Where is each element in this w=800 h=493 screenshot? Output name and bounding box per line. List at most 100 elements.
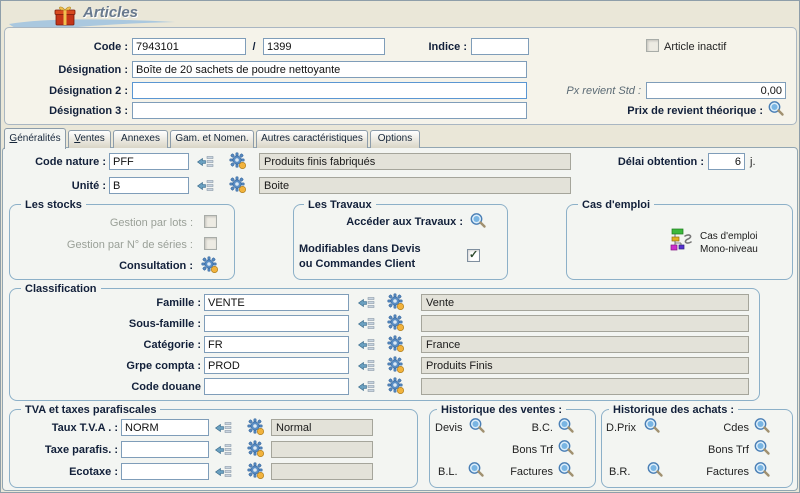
taux-tva-description: Normal — [271, 419, 373, 436]
taux-tva-label: Taux T.V.A . : — [11, 422, 118, 435]
unite-description: Boite — [259, 177, 571, 194]
categorie-label: Catégorie : — [61, 339, 201, 352]
code-nature-description: Produits finis fabriqués — [259, 153, 571, 170]
tab-options[interactable]: Options — [370, 130, 420, 148]
consultation-gear-icon[interactable] — [201, 256, 219, 274]
famille-gear-icon[interactable] — [387, 293, 405, 311]
categorie-select-list-icon[interactable] — [358, 338, 375, 352]
dprix-magnifier-icon[interactable] — [643, 417, 661, 435]
code-nature-label: Code nature : — [11, 156, 106, 169]
prix-theorique-magnifier-icon[interactable] — [767, 100, 785, 118]
sous-famille-input[interactable] — [204, 315, 349, 332]
bc-magnifier-icon[interactable] — [557, 417, 575, 435]
categorie-gear-icon[interactable] — [387, 335, 405, 353]
cas-emploi-caption-line2: Mono-niveau — [700, 244, 758, 256]
consultation-label: Consultation : — [93, 260, 193, 273]
article-inactif-label: Article inactif — [664, 41, 726, 54]
cas-emploi-hierarchy-icon[interactable] — [669, 227, 695, 253]
acceder-travaux-label: Accéder aux Travaux : — [331, 216, 463, 229]
designation-label: Désignation : — [21, 64, 128, 77]
famille-select-list-icon[interactable] — [358, 296, 375, 310]
ecotaxe-select-list-icon[interactable] — [215, 465, 232, 479]
grpe-compta-label: Grpe compta : — [61, 360, 201, 373]
achats-factures-label: Factures — [702, 466, 749, 479]
designation2-input[interactable] — [132, 82, 527, 99]
articles-window: Articles Code : / Indice : Article inact… — [0, 0, 800, 493]
achats-factures-magnifier-icon[interactable] — [753, 461, 771, 479]
grpe-compta-select-list-icon[interactable] — [358, 359, 375, 373]
stocks-group-title: Les stocks — [21, 199, 86, 211]
cas-emploi-caption-line1: Cas d'emploi — [700, 231, 758, 243]
grpe-compta-gear-icon[interactable] — [387, 356, 405, 374]
travaux-group-title: Les Travaux — [304, 199, 376, 211]
tab-ventes[interactable]: Ventes — [68, 130, 111, 148]
designation-input[interactable] — [132, 61, 527, 78]
unite-input[interactable] — [109, 177, 189, 194]
code-input[interactable] — [132, 38, 246, 55]
code-douane-input[interactable] — [204, 378, 349, 395]
bc-label: B.C. — [511, 422, 553, 435]
taxe-parafis-gear-icon[interactable] — [247, 440, 265, 458]
dprix-label: D.Prix — [606, 422, 636, 435]
px-revient-std-input[interactable] — [646, 82, 786, 99]
tab-gam-et-nomen[interactable]: Gam. et Nomen. — [170, 130, 254, 148]
devis-label: Devis — [435, 422, 463, 435]
grpe-compta-input[interactable] — [204, 357, 349, 374]
indice-label: Indice : — [401, 41, 467, 54]
prix-theorique-label: Prix de revient théorique : — [601, 105, 763, 118]
gestion-series-label: Gestion par N° de séries : — [23, 239, 193, 252]
tab-autres-caracteristiques-label: Autres caractéristiques — [261, 133, 363, 144]
code-index-input[interactable] — [263, 38, 385, 55]
historique-achats-title: Historique des achats : — [609, 404, 738, 416]
unite-select-list-icon[interactable] — [197, 179, 214, 193]
article-inactif-checkbox[interactable] — [646, 39, 659, 52]
designation3-input[interactable] — [132, 102, 527, 119]
cdes-magnifier-icon[interactable] — [753, 417, 771, 435]
code-label: Code : — [41, 41, 128, 54]
code-douane-label: Code douane — [61, 381, 201, 394]
ventes-bons-trf-label: Bons Trf — [501, 444, 553, 457]
tab-annexes[interactable]: Annexes — [113, 130, 168, 148]
page-title: Articles — [83, 4, 138, 21]
classification-group-title: Classification — [21, 283, 101, 295]
famille-description: Vente — [421, 294, 749, 311]
code-douane-select-list-icon[interactable] — [358, 380, 375, 394]
sous-famille-gear-icon[interactable] — [387, 314, 405, 332]
delai-obtention-input[interactable] — [708, 153, 745, 170]
taux-tva-gear-icon[interactable] — [247, 418, 265, 436]
ecotaxe-gear-icon[interactable] — [247, 462, 265, 480]
tab-generalites[interactable]: Généralités — [4, 128, 66, 149]
unite-label: Unité : — [11, 180, 106, 193]
tva-group-title: TVA et taxes parafiscales — [21, 404, 160, 416]
sous-famille-select-list-icon[interactable] — [358, 317, 375, 331]
taux-tva-select-list-icon[interactable] — [215, 421, 232, 435]
tab-generalites-rest: énéralités — [17, 133, 60, 144]
code-nature-gear-icon[interactable] — [229, 152, 247, 170]
ecotaxe-input[interactable] — [121, 463, 209, 480]
taxe-parafis-input[interactable] — [121, 441, 209, 458]
taux-tva-input[interactable] — [121, 419, 209, 436]
unite-gear-icon[interactable] — [229, 176, 247, 194]
code-nature-select-list-icon[interactable] — [197, 155, 214, 169]
taxe-parafis-select-list-icon[interactable] — [215, 443, 232, 457]
code-separator: / — [249, 41, 259, 54]
achats-bons-trf-label: Bons Trf — [697, 444, 749, 457]
delai-obtention-unit: j. — [750, 156, 756, 169]
famille-input[interactable] — [204, 294, 349, 311]
devis-magnifier-icon[interactable] — [468, 417, 486, 435]
code-nature-input[interactable] — [109, 153, 189, 170]
ventes-bons-trf-magnifier-icon[interactable] — [557, 439, 575, 457]
acceder-travaux-magnifier-icon[interactable] — [469, 212, 487, 230]
ventes-factures-magnifier-icon[interactable] — [557, 461, 575, 479]
modifiables-devis-label-line2: ou Commandes Client — [299, 258, 415, 271]
bl-magnifier-icon[interactable] — [467, 461, 485, 479]
achats-bons-trf-magnifier-icon[interactable] — [753, 439, 771, 457]
tab-autres-caracteristiques[interactable]: Autres caractéristiques — [256, 130, 368, 148]
code-douane-gear-icon[interactable] — [387, 377, 405, 395]
categorie-input[interactable] — [204, 336, 349, 353]
br-label: B.R. — [609, 466, 630, 479]
indice-input[interactable] — [471, 38, 529, 55]
br-magnifier-icon[interactable] — [646, 461, 664, 479]
modifiables-devis-checkbox[interactable] — [467, 249, 480, 262]
tab-gam-et-nomen-label: Gam. et Nomen. — [175, 133, 248, 144]
